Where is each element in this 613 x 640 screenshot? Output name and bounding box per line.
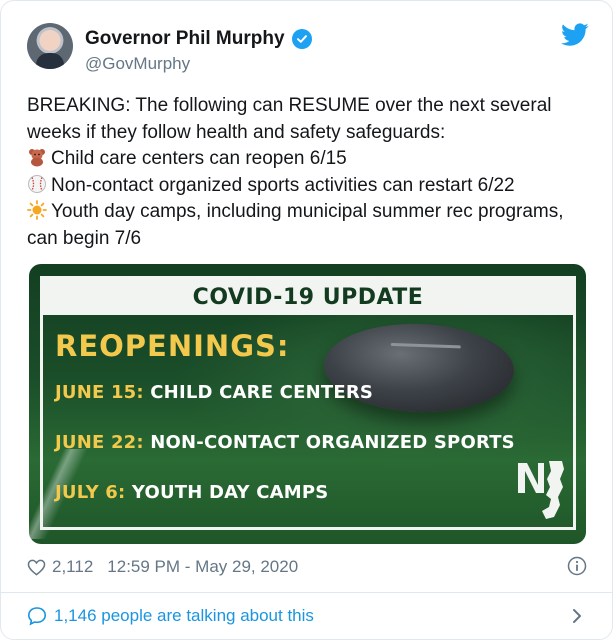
tweet-card[interactable]: Governor Phil Murphy @GovMurphy BREAKING… [0,0,613,640]
tweet-line-intro: BREAKING: The following can RESUME over … [27,95,552,143]
graphic-frame: COVID-19 UPDATE REOPENINGS: JUNE 15: CHI… [40,276,576,530]
tweet-line-camps: Youth day camps, including municipal sum… [27,199,587,252]
avatar[interactable] [27,23,73,69]
teddy-bear-icon [29,149,45,167]
reopening-text: NON-CONTACT ORGANIZED SPORTS [150,432,515,453]
tweet-line-sports: Non-contact organized sports activities … [27,173,587,200]
reopening-date: JUNE 22: [55,432,144,453]
baseball-icon [28,174,46,193]
divider [1,592,612,593]
conversation-count-text[interactable]: 1,146 people are talking about this [54,606,314,626]
tweet-line-childcare: Child care centers can reopen 6/15 [27,146,587,173]
reopening-date: JULY 6: [55,482,126,503]
graphic-title: COVID-19 UPDATE [192,284,424,310]
like-count[interactable]: 2,112 [52,557,93,577]
reopening-item: JULY 6: YOUTH DAY CAMPS [55,482,328,503]
speech-bubble-icon [27,607,47,626]
author-display-name[interactable]: Governor Phil Murphy [85,28,285,50]
graphic-heading: REOPENINGS: [55,329,290,363]
tweet-body: BREAKING: The following can RESUME over … [27,93,587,252]
twitter-bird-icon[interactable] [561,23,589,47]
tweet-header: Governor Phil Murphy @GovMurphy [27,23,589,79]
verified-badge-icon [291,29,312,49]
tweet-line-camps-text: Youth day camps, including municipal sum… [27,201,564,249]
tweet-timestamp[interactable]: 12:59 PM - May 29, 2020 [107,557,298,577]
heart-icon[interactable] [27,559,46,576]
reopening-item: JUNE 15: CHILD CARE CENTERS [55,382,373,403]
author-name-row[interactable]: Governor Phil Murphy [85,28,312,50]
author-handle[interactable]: @GovMurphy [85,54,190,74]
reopening-date: JUNE 15: [55,382,144,403]
tweet-meta: 2,112 12:59 PM - May 29, 2020 [27,555,587,579]
reopening-item: JUNE 22: NON-CONTACT ORGANIZED SPORTS [55,432,515,453]
info-icon[interactable] [567,556,587,576]
tweet-line-sports-text: Non-contact organized sports activities … [51,174,515,196]
title-band: COVID-19 UPDATE [43,279,573,315]
tweet-media-image[interactable]: COVID-19 UPDATE REOPENINGS: JUNE 15: CHI… [29,264,586,544]
reopening-text: YOUTH DAY CAMPS [131,482,329,503]
nj-logo-icon [518,461,564,519]
reopening-text: CHILD CARE CENTERS [150,382,374,403]
sun-icon [27,200,47,220]
chevron-right-icon[interactable] [571,606,583,626]
conversation-link[interactable]: 1,146 people are talking about this [27,603,587,629]
tweet-line-childcare-text: Child care centers can reopen 6/15 [51,148,347,169]
